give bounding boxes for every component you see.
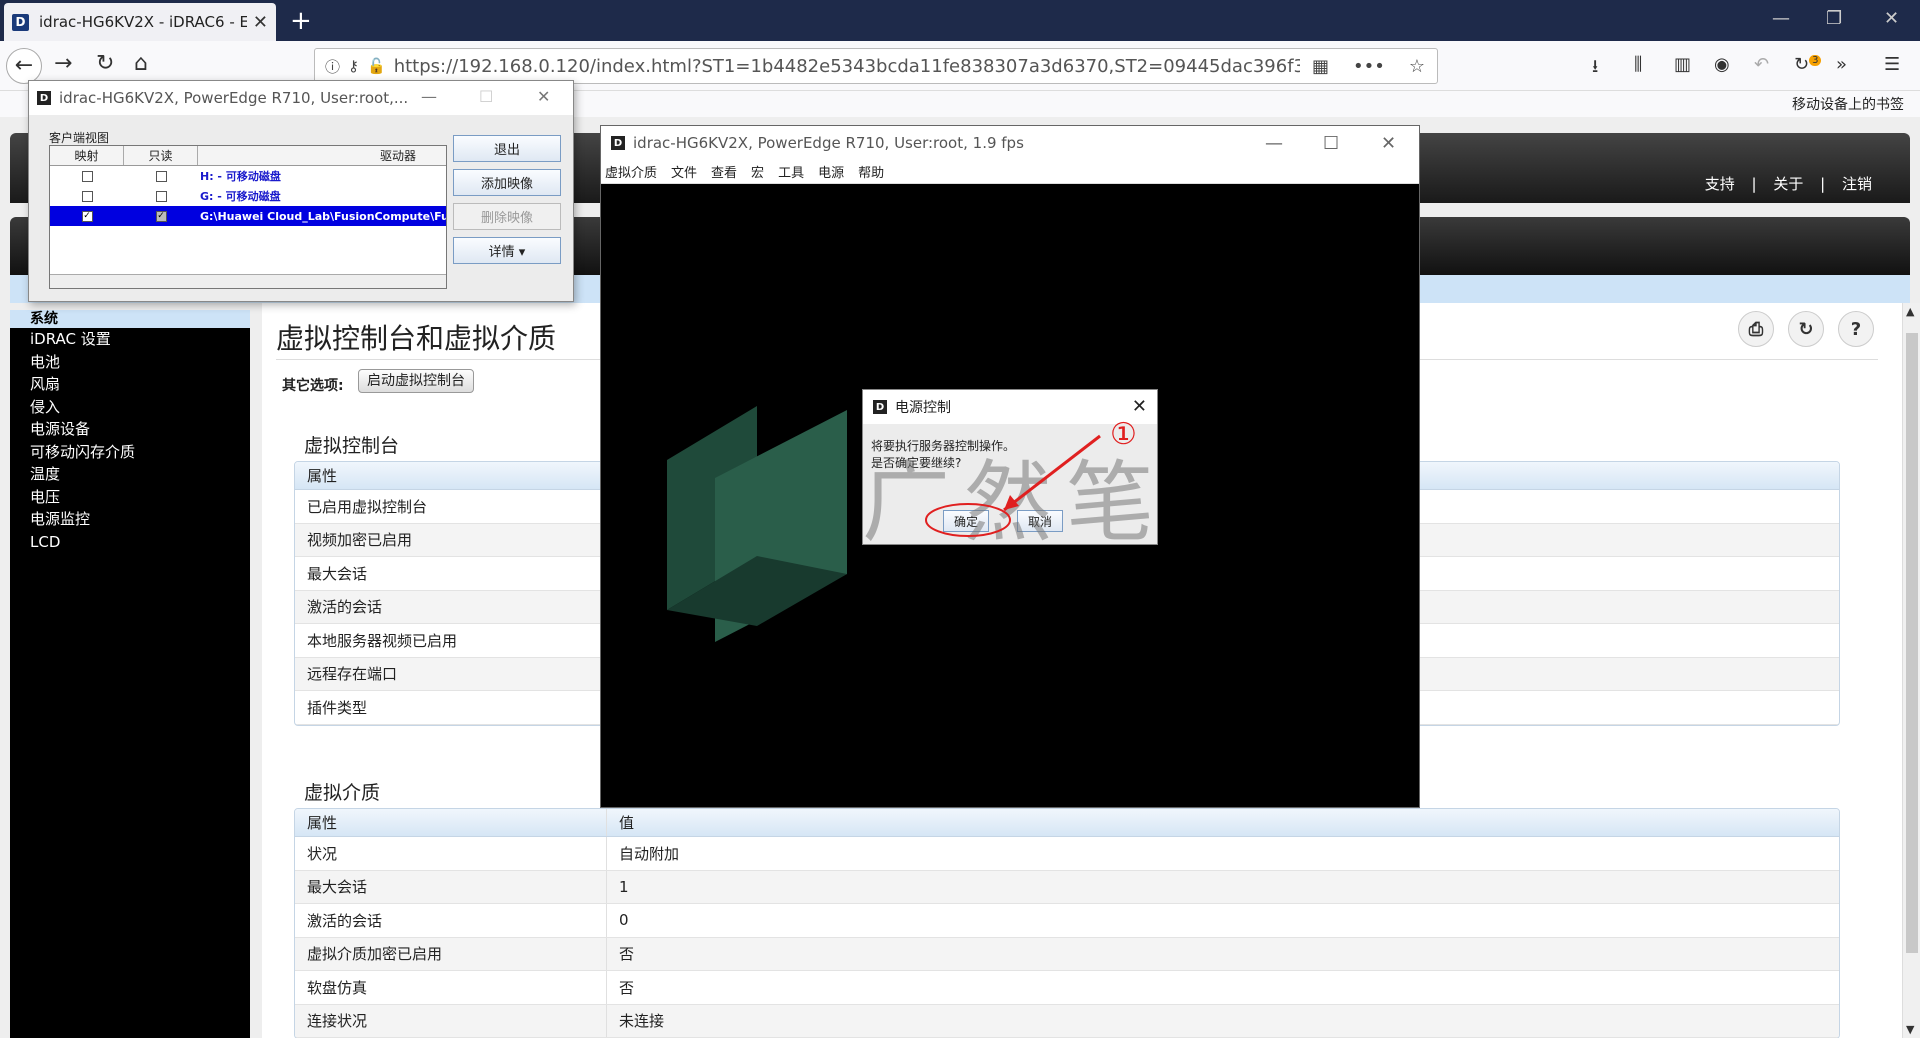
- ok-highlight-circle: [925, 503, 1011, 537]
- annotation-arrow-line: [1003, 434, 1101, 512]
- annotation-arrow-head: [1004, 495, 1019, 510]
- annotation-overlay: ①: [925, 417, 1137, 537]
- annotation-number: ①: [1110, 417, 1137, 452]
